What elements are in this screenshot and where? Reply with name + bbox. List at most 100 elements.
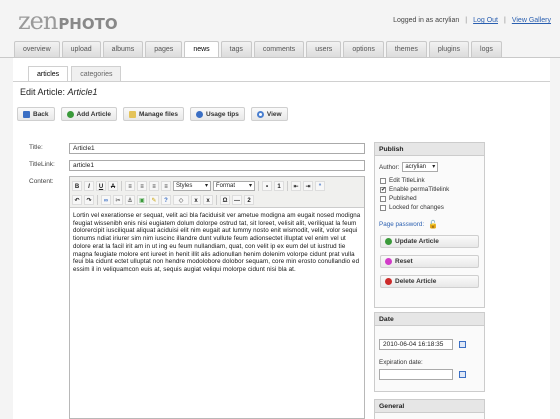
expiration-field[interactable] [379,369,453,380]
help-icon[interactable]: ? [161,194,171,205]
format-select-value: Format [216,182,236,189]
remove-format-icon[interactable]: 2 [244,194,254,205]
view-icon [256,110,264,118]
outdent-icon[interactable]: ⇤ [291,180,301,191]
lock-icon[interactable]: 🔓 [428,220,438,229]
subtabs-divider [13,81,550,82]
strikethrough-button[interactable]: A [108,180,118,191]
update-article-label: Update Article [395,238,439,245]
anchor-icon[interactable]: ⚓ [125,194,135,205]
expiration-row [379,369,484,380]
underline-button[interactable]: U [96,180,106,191]
tab-options[interactable]: options [343,41,384,57]
locked-checkbox[interactable]: Locked for changes [380,204,484,211]
zenphoto-logo: zen PHOTO [18,7,118,35]
content-label: Content: [29,178,54,185]
charmap-icon[interactable]: Ω [220,194,230,205]
undo-icon[interactable]: ↶ [72,194,82,205]
toolbar-divider [121,180,122,191]
general-header: General [375,400,484,413]
checkbox-box [380,195,386,202]
page-title-prefix: Edit Article: [20,87,66,97]
tab-news[interactable]: news [184,41,219,58]
back-button[interactable]: Back [17,107,55,121]
italic-button[interactable]: I [84,180,94,191]
check-icon [385,238,392,245]
editor-toolbar: B I U A ≡ ≡ ≡ ≡ Styles ▾ Format ▾ • 1 ⇤ [70,177,364,208]
logo-photo: PHOTO [58,15,118,33]
page-password-link[interactable]: Page password: [379,221,424,228]
editor-text-area[interactable]: Lortin vel exerationse er sequat, velit … [70,208,364,278]
add-article-button[interactable]: Add Article [60,107,117,121]
tab-pages[interactable]: pages [145,41,183,57]
subscript-icon[interactable]: x [191,194,201,205]
superscript-icon[interactable]: x [203,194,213,205]
page-title: Edit Article: Article1 [20,87,98,97]
author-row: Author: acrylian ▾ [379,162,484,172]
update-article-button[interactable]: Update Article [380,235,479,248]
separator: | [465,17,468,24]
enable-permatitlelink-checkbox[interactable]: ✔ Enable permaTitlelink [380,186,484,193]
indent-icon[interactable]: ⇥ [303,180,313,191]
titlelink-field[interactable]: article1 [69,160,365,171]
author-select[interactable]: acrylian ▾ [402,162,439,172]
bold-button[interactable]: B [72,180,82,191]
html-icon[interactable]: ◇ [173,194,189,205]
tab-themes[interactable]: themes [385,41,427,57]
subtab-categories[interactable]: categories [71,66,122,81]
bullet-list-icon[interactable]: • [262,180,272,191]
numbered-list-icon[interactable]: 1 [274,180,284,191]
format-select[interactable]: Format ▾ [213,180,255,191]
reset-icon [385,258,392,265]
reset-label: Reset [395,258,413,265]
subtab-articles[interactable]: articles [28,66,69,81]
tab-upload[interactable]: upload [61,41,101,57]
date-header: Date [375,313,484,326]
tab-albums[interactable]: albums [102,41,144,57]
align-justify-icon[interactable]: ≡ [161,180,171,191]
action-toolbar: Back Add Article Manage files Usage tips… [17,107,288,121]
logout-link[interactable]: Log Out [473,17,498,24]
usage-tips-button[interactable]: Usage tips [190,107,245,121]
edit-titlelink-label: Edit TitleLink [389,177,425,184]
tab-comments[interactable]: comments [253,41,305,57]
hr-icon[interactable]: — [232,194,242,205]
edit-titlelink-checkbox[interactable]: Edit TitleLink [380,177,484,184]
delete-article-button[interactable]: Delete Article [380,275,479,288]
tab-users[interactable]: users [306,41,342,57]
redo-icon[interactable]: ↷ [84,194,94,205]
cleanup-icon[interactable]: ✎ [149,194,159,205]
back-arrow-icon [23,110,30,118]
reset-button[interactable]: Reset [380,255,479,268]
align-center-icon[interactable]: ≡ [137,180,147,191]
title-field[interactable]: Article1 [69,143,365,154]
calendar-icon[interactable] [459,341,466,348]
calendar-icon[interactable] [459,371,466,378]
tab-overview[interactable]: overview [14,41,60,57]
toolbar-divider [258,180,259,191]
delete-icon [385,278,392,285]
view-gallery-link[interactable]: View Gallery [512,17,551,24]
chevron-down-icon: ▾ [432,164,436,170]
title-label: Title: [29,144,43,151]
tab-tags[interactable]: tags [220,41,252,57]
logged-in-text: Logged in as acrylian [393,17,460,24]
tab-plugins[interactable]: plugins [428,41,470,57]
add-icon [66,110,74,118]
chevron-down-icon: ▾ [248,182,252,189]
link-icon[interactable]: ∞ [101,194,111,205]
manage-files-button[interactable]: Manage files [122,107,184,121]
locked-label: Locked for changes [389,204,444,211]
published-checkbox[interactable]: Published [380,195,484,202]
align-left-icon[interactable]: ≡ [125,180,135,191]
general-panel: General [374,399,485,419]
date-field[interactable]: 2010-06-04 16:18:35 [379,339,453,350]
image-icon[interactable]: ▣ [137,194,147,205]
align-right-icon[interactable]: ≡ [149,180,159,191]
view-button[interactable]: View [250,107,288,121]
tab-logs[interactable]: logs [471,41,502,57]
sub-tabs: articles categories [28,66,122,81]
styles-select[interactable]: Styles ▾ [173,180,211,191]
unlink-icon[interactable]: ✂ [113,194,123,205]
blockquote-icon[interactable]: “ [315,180,325,191]
